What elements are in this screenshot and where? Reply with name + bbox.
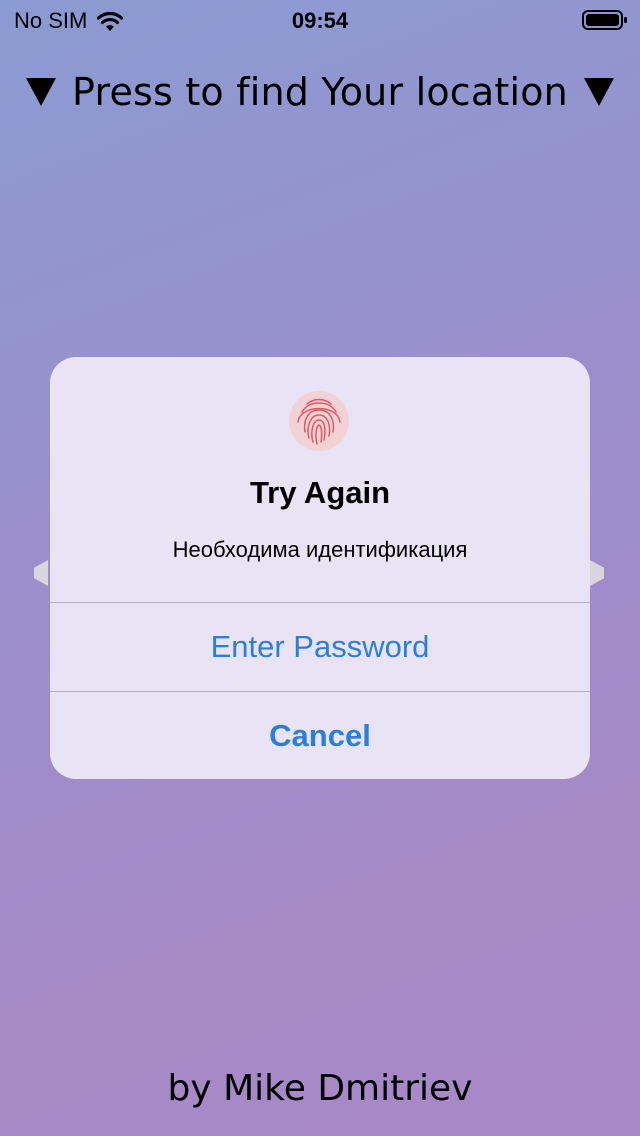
find-location-label: Press to find Your location — [72, 70, 568, 114]
alert-message: Необходима идентификация — [172, 537, 468, 562]
enter-password-button[interactable]: Enter Password — [50, 603, 590, 691]
author-credit: by Mike Dmitriev — [167, 1068, 473, 1109]
right-side-marker — [590, 560, 604, 586]
left-side-marker — [34, 560, 48, 586]
clock: 09:54 — [291, 8, 349, 33]
status-bar: No SIM 09:54 — [0, 0, 640, 40]
fingerprint-icon — [289, 391, 349, 451]
triangle-down-icon — [26, 78, 56, 106]
battery-icon — [582, 10, 627, 30]
triangle-down-icon — [583, 78, 614, 106]
touch-id-alert: Try Again Необходима идентификация Enter… — [50, 357, 590, 779]
cancel-button[interactable]: Cancel — [50, 692, 590, 779]
alert-title: Try Again — [249, 475, 391, 510]
find-location-button[interactable]: Press to find Your location — [0, 70, 640, 114]
